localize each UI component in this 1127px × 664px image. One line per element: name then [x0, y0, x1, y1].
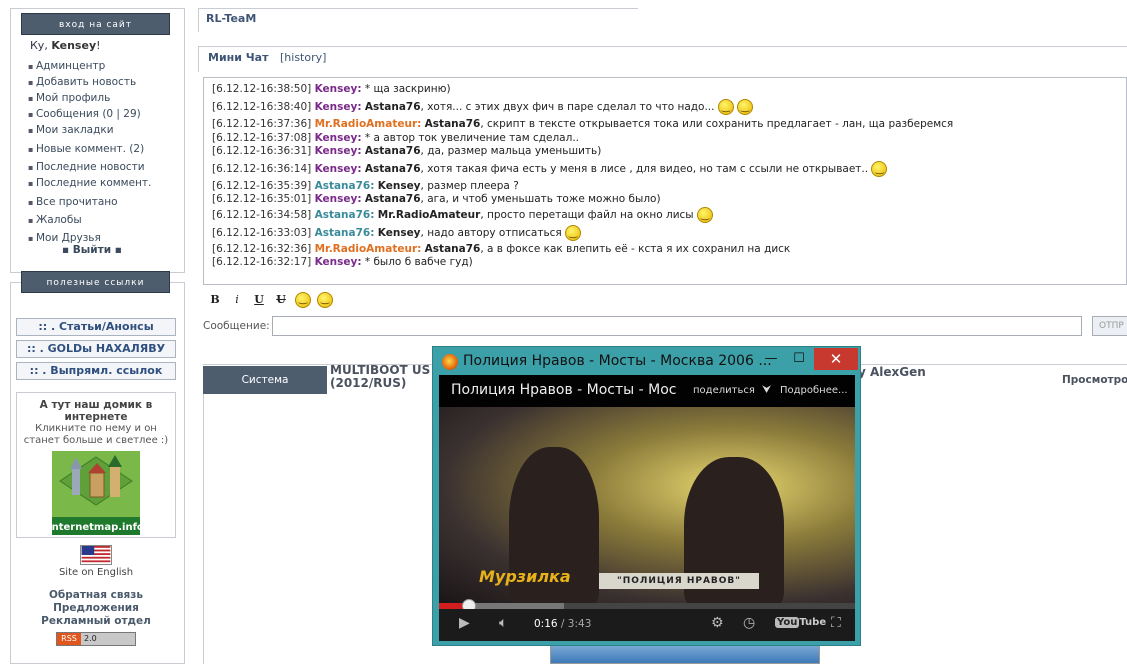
- video-time: 0:16 / 3:43: [534, 618, 592, 630]
- smiley-picker-icon[interactable]: [295, 292, 311, 308]
- smile-smiley-icon: [565, 224, 582, 241]
- bold-button[interactable]: B: [207, 292, 223, 308]
- video-title[interactable]: Полиция Нравов - Мосты - Мос: [451, 382, 681, 398]
- news-author[interactable]: y AlexGen: [858, 365, 926, 379]
- house-image-label: internetmap.info: [52, 522, 140, 533]
- news-title[interactable]: MULTIBOOT US (2012/RUS): [330, 364, 430, 390]
- link-straighten-links[interactable]: :: . Выпрямл. ссылок: [16, 362, 176, 380]
- santa-smiley-icon: [717, 99, 734, 116]
- site-english-link[interactable]: Site on English: [16, 567, 176, 578]
- menu-messages[interactable]: Сообщения (0 | 29): [28, 107, 151, 123]
- rss-badge[interactable]: RSS 2.0: [56, 632, 136, 646]
- player-controls: ▶ 🔈︎ 0:16 / 3:43 ⚙ ◷ You Tube ⛶: [439, 609, 855, 641]
- chat-message: [6.12.12-16:32:17] Kensey: * было б вабч…: [212, 256, 473, 269]
- menu-admin-center[interactable]: Админцентр: [28, 59, 151, 75]
- menu-mark-all-read[interactable]: Все прочитано: [28, 195, 151, 211]
- fullscreen-icon[interactable]: ⛶: [831, 615, 841, 631]
- window-title: Полиция Нравов - Мосты - Москва 2006 ...: [463, 353, 772, 369]
- menu-complaints[interactable]: Жалобы: [28, 213, 151, 229]
- underline-button[interactable]: U: [251, 292, 267, 308]
- chat-message: [6.12.12-16:35:39] Astana76: Kensey, раз…: [212, 180, 519, 193]
- feedback-link[interactable]: Обратная связь: [16, 589, 176, 602]
- maximize-button[interactable]: ☐: [787, 351, 811, 369]
- more-info-icon[interactable]: ⮟: [762, 383, 771, 397]
- chat-message: [6.12.12-16:35:01] Kensey: Astana76, ага…: [212, 193, 661, 206]
- surprised-smiley-icon: [871, 161, 888, 178]
- firefox-icon: [442, 354, 458, 370]
- send-button[interactable]: ОТПР: [1092, 316, 1127, 336]
- useful-links-header: полезные ссылки: [21, 271, 170, 293]
- share-button[interactable]: поделиться: [693, 385, 755, 396]
- video-popup-window[interactable]: Полиция Нравов - Мосты - Москва 2006 ...…: [432, 346, 861, 646]
- team-title[interactable]: RL-TeaM: [206, 12, 256, 25]
- chat-message: [6.12.12-16:37:08] Kensey: * а автор ток…: [212, 131, 579, 144]
- watch-later-clock-icon[interactable]: ◷: [743, 615, 755, 631]
- strike-button[interactable]: U: [273, 292, 289, 308]
- link-articles[interactable]: :: . Статьи/Анонсы: [16, 318, 176, 336]
- video-player[interactable]: Мурзилка "ПОЛИЦИЯ НРАВОВ" Полиция Нравов…: [439, 375, 855, 641]
- message-label: Сообщение:: [203, 320, 270, 332]
- minimize-button[interactable]: —: [759, 351, 783, 369]
- internet-house-box: А тут наш домик в интернете Кликните по …: [16, 392, 176, 538]
- chat-title: Мини Чат: [208, 51, 269, 64]
- chat-history-link[interactable]: [history]: [280, 51, 326, 64]
- rss-label: RSS: [57, 633, 81, 645]
- house-subtitle: Кликните по нему и он станет больше и св…: [23, 423, 169, 446]
- suggestions-link[interactable]: Предложения: [16, 602, 176, 615]
- chat-message: [6.12.12-16:38:40] Kensey: Astana76, хот…: [212, 99, 1126, 116]
- user-menu: Админцентр Добавить новость Мой профиль …: [28, 59, 151, 247]
- menu-latest-news[interactable]: Последние новости: [28, 160, 151, 176]
- news-category-tab[interactable]: Система: [203, 366, 327, 394]
- chat-message: [6.12.12-16:34:58] Astana76: Mr.RadioAma…: [212, 206, 1126, 223]
- username: Kensey: [51, 39, 97, 52]
- close-button[interactable]: ✕: [814, 348, 858, 370]
- menu-latest-comments[interactable]: Последние коммент.: [28, 176, 151, 192]
- menu-bookmarks[interactable]: Мои закладки: [28, 123, 151, 139]
- chat-message: [6.12.12-16:38:50] Kensey: * ща заскриню…: [212, 83, 451, 95]
- chat-message: [6.12.12-16:33:03] Astana76: Kensey, над…: [212, 224, 1126, 241]
- house-title: А тут наш домик в интернете: [39, 399, 153, 423]
- chat-bar: [198, 46, 1127, 72]
- menu-add-news[interactable]: Добавить новость: [28, 75, 151, 91]
- video-channel-logo: Мурзилка: [479, 567, 571, 586]
- smiley-insert-icon[interactable]: [317, 292, 333, 308]
- login-header: вход на сайт: [21, 13, 170, 35]
- team-bar: [198, 8, 638, 32]
- more-info-button[interactable]: Подробнее...: [780, 385, 848, 396]
- chat-messages[interactable]: [6.12.12-16:38:50] Kensey: * ща заскриню…: [203, 77, 1127, 285]
- sidebar: вход на сайт Ку, Kensey! Админцентр Доба…: [0, 0, 190, 664]
- message-input[interactable]: [272, 316, 1082, 336]
- chat-message: [6.12.12-16:32:36] Mr.RadioAmateur: Asta…: [212, 242, 791, 255]
- chat-format-toolbar: B i U U: [203, 290, 333, 310]
- smile-smiley-icon: [696, 206, 713, 223]
- info-links: Обратная связь Предложения Рекламный отд…: [16, 589, 176, 628]
- us-flag-icon[interactable]: [80, 545, 112, 565]
- ads-link[interactable]: Рекламный отдел: [16, 615, 176, 628]
- internet-map-image[interactable]: internetmap.info: [52, 451, 140, 535]
- video-caption: "ПОЛИЦИЯ НРАВОВ": [599, 573, 759, 589]
- grin-smiley-icon: [737, 99, 754, 116]
- volume-icon[interactable]: 🔈︎: [499, 615, 507, 631]
- greeting: Ку, Kensey!: [30, 39, 101, 52]
- chat-message: [6.12.12-16:36:31] Kensey: Astana76, да,…: [212, 144, 602, 157]
- logout-link[interactable]: ▪ Выйти ▪: [62, 244, 122, 256]
- rss-version: 2.0: [81, 633, 135, 645]
- news-views: Просмотро: [1062, 374, 1127, 386]
- menu-new-comments[interactable]: Новые коммент. (2): [28, 142, 151, 158]
- youtube-logo[interactable]: You Tube: [775, 617, 826, 633]
- chat-message: [6.12.12-16:37:36] Mr.RadioAmateur: Asta…: [212, 118, 954, 131]
- settings-gear-icon[interactable]: ⚙: [711, 615, 724, 631]
- play-icon[interactable]: ▶: [459, 615, 470, 631]
- menu-my-profile[interactable]: Мой профиль: [28, 91, 151, 107]
- link-gold-free[interactable]: :: . GOLDы НАХАЛЯВУ: [16, 340, 176, 358]
- video-header: Полиция Нравов - Мосты - Мос поделиться …: [439, 375, 855, 407]
- chat-message: [6.12.12-16:36:14] Kensey: Astana76, хот…: [212, 161, 1126, 178]
- italic-button[interactable]: i: [229, 292, 245, 308]
